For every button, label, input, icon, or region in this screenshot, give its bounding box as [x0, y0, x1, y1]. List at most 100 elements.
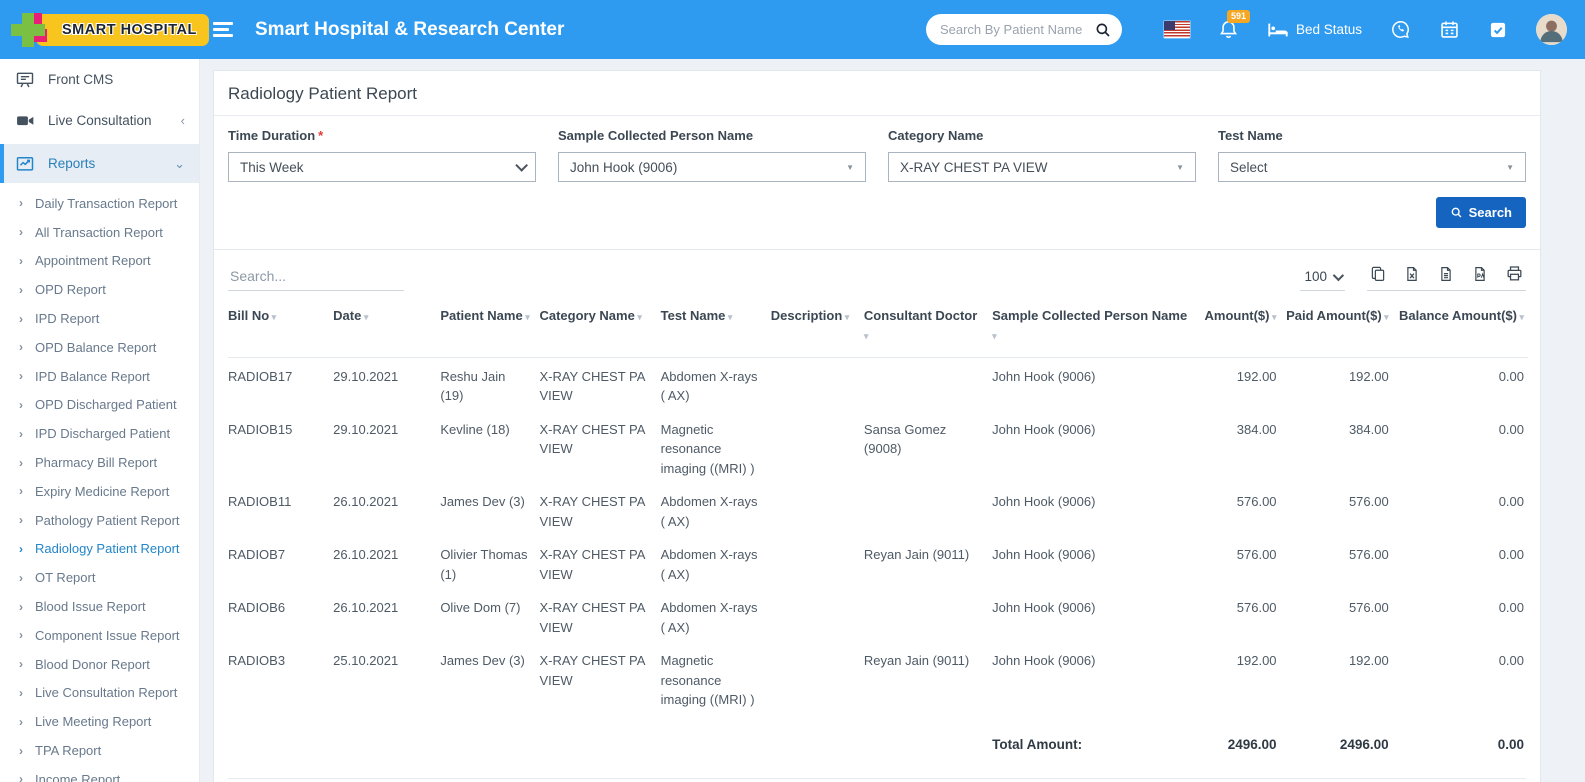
sidebar-item-live-consultation-report[interactable]: › Live Consultation Report	[0, 679, 199, 708]
sidebar-item-ot-report[interactable]: › OT Report	[0, 563, 199, 592]
language-flag-icon[interactable]	[1163, 21, 1190, 38]
bed-status-button[interactable]: Bed Status	[1267, 21, 1362, 39]
column-header-sample-collected-person-name[interactable]: Sample Collected Person Name ▾	[992, 299, 1201, 358]
sample-person-select[interactable]: John Hook (9006) ▼	[558, 152, 866, 182]
sidebar-item-opd-balance-report[interactable]: › OPD Balance Report	[0, 333, 199, 362]
sidebar-item-reports[interactable]: Reports ⌄	[0, 144, 199, 183]
sidebar-item-ipd-discharged-patient[interactable]: › IPD Discharged Patient	[0, 419, 199, 448]
print-icon[interactable]	[1505, 264, 1524, 283]
table-section: 100	[214, 249, 1540, 782]
table-cell: John Hook (9006)	[992, 653, 1096, 669]
task-check-icon[interactable]	[1488, 20, 1508, 40]
sidebar-item-appointment-report[interactable]: › Appointment Report	[0, 247, 199, 276]
table-cell: 192.00	[1236, 653, 1277, 669]
page-size-select[interactable]: 100	[1300, 266, 1345, 291]
sidebar-item-label: Live Consultation	[48, 113, 152, 128]
sidebar-item-ipd-report[interactable]: › IPD Report	[0, 304, 199, 333]
sidebar-item-label: Pharmacy Bill Report	[35, 455, 158, 471]
sidebar-item-tpa-report[interactable]: › TPA Report	[0, 736, 199, 765]
main-content: Radiology Patient Report Time Duration * …	[199, 59, 1585, 782]
table-cell: X-RAY CHEST PA VIEW	[539, 653, 645, 688]
column-header-consultant-doctor[interactable]: Consultant Doctor ▾	[863, 299, 993, 358]
chevron-down-icon	[1332, 269, 1345, 281]
search-button[interactable]: Search	[1435, 197, 1526, 228]
filter-time-duration: Time Duration * This Week	[228, 128, 536, 182]
chevron-down-icon	[515, 158, 528, 172]
search-icon	[1451, 207, 1462, 218]
column-header-amount-[interactable]: Amount($) ▾	[1200, 299, 1281, 358]
table-cell: James Dev (3)	[440, 494, 525, 510]
notification-bell-icon[interactable]: 591	[1218, 10, 1250, 40]
sidebar-item-label: Radiology Patient Report	[35, 541, 180, 557]
sidebar-item-pharmacy-bill-report[interactable]: › Pharmacy Bill Report	[0, 448, 199, 477]
app-root: SMART HOSPITAL Smart Hospital & Research…	[0, 0, 1585, 782]
table-cell: 26.10.2021	[333, 600, 399, 616]
sidebar-item-label: Blood Issue Report	[35, 599, 146, 615]
column-header-label: Consultant Doctor	[863, 308, 978, 323]
front-cms-icon	[16, 72, 34, 87]
column-header-patient-name[interactable]: Patient Name ▾	[440, 299, 540, 358]
column-header-description[interactable]: Description ▾	[770, 299, 864, 358]
table-cell	[771, 642, 864, 715]
sidebar-item-opd-report[interactable]: › OPD Report	[0, 275, 199, 304]
sidebar-item-expiry-medicine-report[interactable]: › Expiry Medicine Report	[0, 477, 199, 506]
table-cell: 29.10.2021	[333, 368, 399, 384]
category-select[interactable]: X-RAY CHEST PA VIEW ▼	[888, 152, 1196, 182]
patient-search-input[interactable]	[939, 22, 1094, 37]
video-camera-icon	[17, 115, 34, 125]
csv-export-icon[interactable]	[1437, 265, 1455, 283]
sidebar-item-all-transaction-report[interactable]: › All Transaction Report	[0, 218, 199, 247]
page-title: Radiology Patient Report	[214, 71, 1540, 116]
table-row: RADIOB6 26.10.2021 Olive Dom (7) X-RAY CHES…	[228, 589, 1528, 642]
filters: Time Duration * This Week Sample Collecte…	[214, 116, 1540, 182]
column-header-test-name[interactable]: Test Name ▾	[660, 299, 771, 358]
sidebar-item-daily-transaction-report[interactable]: › Daily Transaction Report	[0, 189, 199, 218]
chevron-right-icon: ›	[19, 513, 23, 528]
sidebar-item-component-issue-report[interactable]: › Component Issue Report	[0, 621, 199, 650]
sidebar-item-label: Live Consultation Report	[35, 685, 178, 701]
sidebar-item-pathology-patient-report[interactable]: › Pathology Patient Report	[0, 506, 199, 535]
chevron-down-icon: ▼	[846, 162, 854, 172]
radiology-report-table: Bill No ▾ Date ▾ Patient Name ▾ Category Na…	[228, 299, 1528, 768]
column-header-label: Date	[333, 308, 362, 323]
table-cell: X-RAY CHEST PA VIEW	[539, 547, 645, 582]
sidebar-item-blood-issue-report[interactable]: › Blood Issue Report	[0, 592, 199, 621]
sidebar-item-income-report[interactable]: › Income Report	[0, 765, 199, 782]
table-cell: 26.10.2021	[333, 547, 399, 563]
whatsapp-icon[interactable]	[1390, 19, 1411, 40]
sidebar-item-label: Income Report	[35, 771, 121, 782]
table-cell: 576.00	[1348, 547, 1389, 563]
column-header-balance-amount-[interactable]: Balance Amount($) ▾	[1392, 299, 1528, 358]
chevron-right-icon: ›	[19, 743, 23, 758]
topbar-main: Smart Hospital & Research Center 591	[199, 0, 1585, 59]
sidebar-item-live-consultation[interactable]: Live Consultation ‹	[0, 100, 199, 141]
chevron-right-icon: ›	[19, 541, 23, 556]
sidebar-item-front-cms[interactable]: Front CMS	[0, 59, 199, 100]
copy-icon[interactable]	[1369, 265, 1387, 283]
brand-logo[interactable]: SMART HOSPITAL	[0, 0, 209, 59]
sidebar-item-live-meeting-report[interactable]: › Live Meeting Report	[0, 707, 199, 736]
required-mark: *	[318, 128, 324, 143]
excel-export-icon[interactable]	[1403, 265, 1421, 283]
table-cell: 576.00	[1236, 547, 1277, 563]
time-duration-select[interactable]: This Week	[228, 152, 536, 182]
column-header-date[interactable]: Date ▾	[333, 299, 441, 358]
user-avatar[interactable]	[1536, 14, 1567, 45]
column-header-category-name[interactable]: Category Name ▾	[539, 299, 661, 358]
search-icon[interactable]	[1094, 21, 1112, 39]
calendar-icon[interactable]	[1439, 19, 1460, 40]
test-select[interactable]: Select ▼	[1218, 152, 1526, 182]
column-header-paid-amount-[interactable]: Paid Amount($) ▾	[1280, 299, 1393, 358]
column-header-bill-no[interactable]: Bill No ▾	[228, 299, 334, 358]
sidebar-item-ipd-balance-report[interactable]: › IPD Balance Report	[0, 362, 199, 391]
sidebar-toggle-icon[interactable]	[213, 22, 233, 37]
table-cell: Abdomen X-rays ( AX)	[660, 368, 758, 404]
pdf-export-icon[interactable]	[1471, 265, 1489, 283]
column-header-label: Description	[770, 308, 843, 323]
sidebar-item-opd-discharged-patient[interactable]: › OPD Discharged Patient	[0, 391, 199, 420]
sidebar-item-blood-donor-report[interactable]: › Blood Donor Report	[0, 650, 199, 679]
table-search-input[interactable]	[228, 264, 404, 291]
chevron-right-icon: ›	[19, 369, 23, 384]
table-cell: Abdomen X-rays ( AX)	[660, 600, 758, 635]
sidebar-item-radiology-patient-report[interactable]: › Radiology Patient Report	[0, 535, 199, 564]
